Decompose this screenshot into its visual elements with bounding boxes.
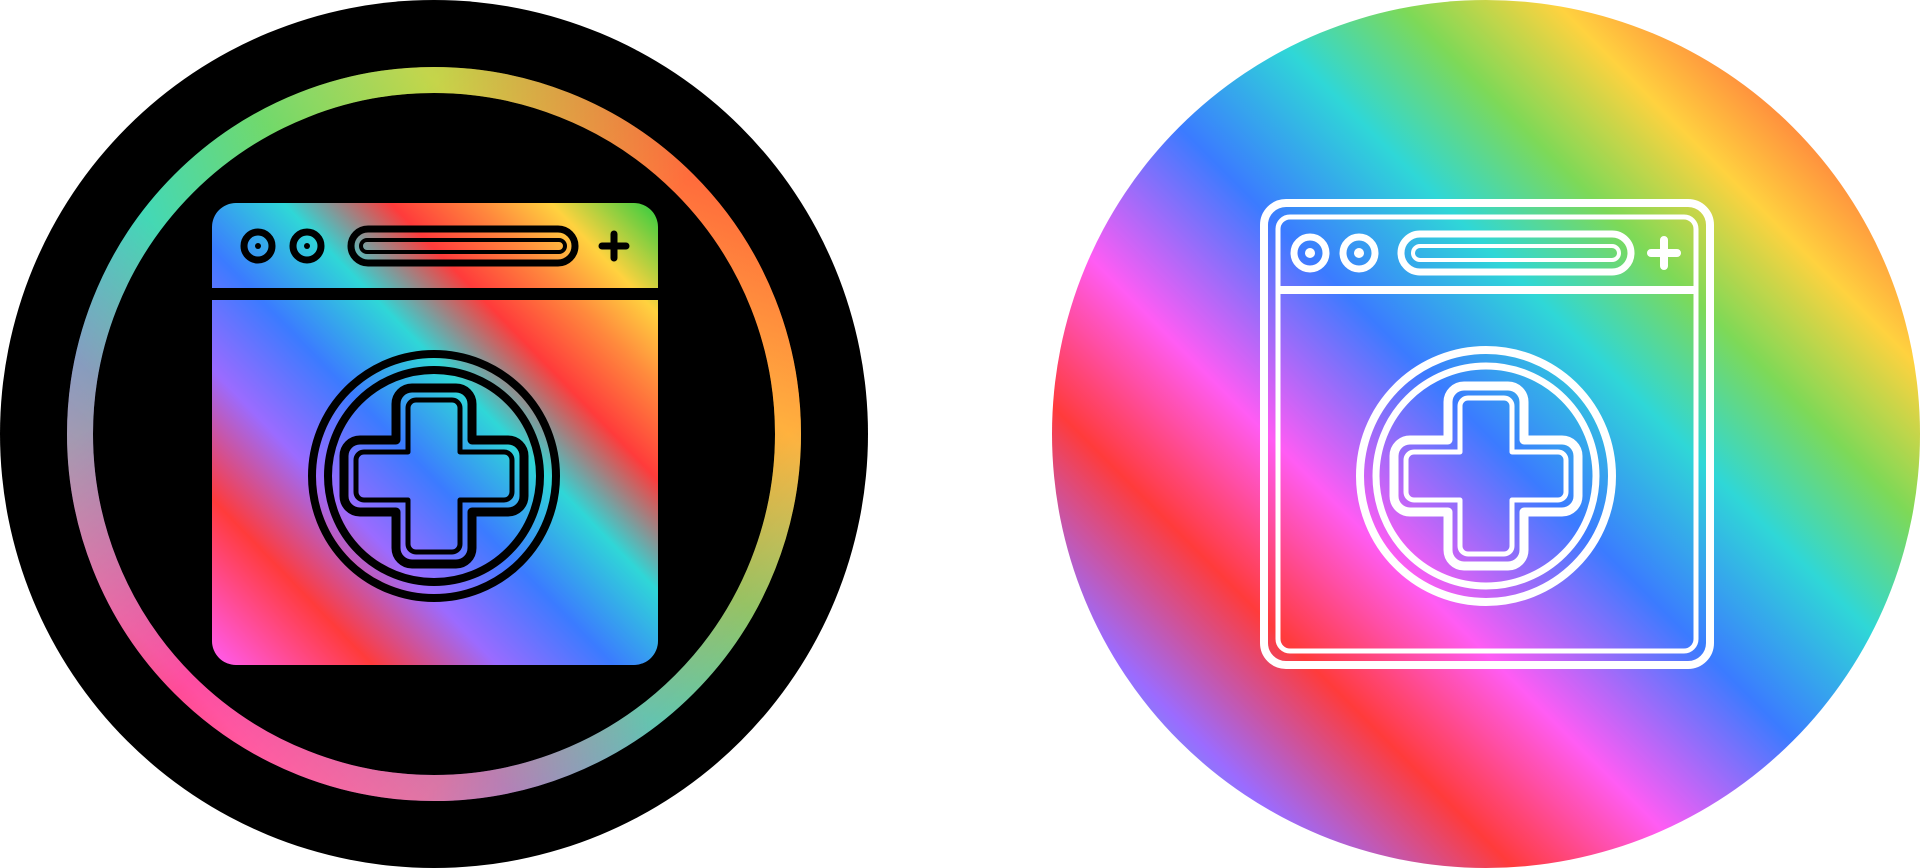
medical-website-icon <box>0 0 868 868</box>
medical-website-icon-dark <box>0 0 868 868</box>
medical-website-icon-light <box>1052 0 1920 868</box>
medical-website-icon <box>1052 0 1920 868</box>
browser-window-icon <box>212 203 658 665</box>
gradient-disc <box>1052 0 1920 868</box>
title-bar-divider <box>212 288 658 300</box>
icon-gallery <box>0 0 1920 868</box>
